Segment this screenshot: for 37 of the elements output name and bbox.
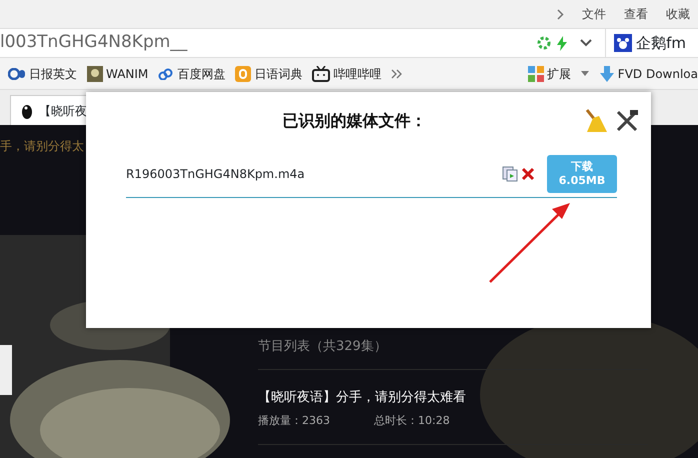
tools-icon[interactable] <box>615 109 639 133</box>
toolbar-button[interactable]: 扩展 <box>528 64 571 82</box>
search-engine-label[interactable]: 企鹅fm <box>636 32 686 54</box>
duration: 总时长：10:28 <box>374 413 450 429</box>
popup-title: 已识别的媒体文件： <box>282 110 428 132</box>
file-name: R196003TnGHG4N8Kpm.m4a <box>126 166 306 182</box>
address-field[interactable]: l003TnGHG4N8Kpm__ <box>0 30 538 56</box>
dropdown-icon[interactable] <box>579 38 594 48</box>
bookmark[interactable]: 日报英文 <box>8 64 77 82</box>
play-count: 播放量：2363 <box>258 413 330 429</box>
close-icon[interactable] <box>521 166 535 180</box>
double-chevron-icon[interactable] <box>391 68 402 78</box>
bird-icon <box>21 102 33 118</box>
copy-icon[interactable] <box>502 166 518 182</box>
thumbnail-icon <box>87 66 103 82</box>
menu-item[interactable]: 查看 <box>624 5 648 23</box>
extensions-icon <box>528 66 544 82</box>
paw-icon[interactable] <box>614 34 632 52</box>
tv-icon <box>312 66 330 82</box>
list-heading: 节目列表（共329集） <box>258 337 648 370</box>
download-arrow-icon <box>598 66 615 82</box>
bookmark[interactable]: WANIM <box>87 64 148 82</box>
dictionary-icon <box>235 66 252 82</box>
chevron-icon[interactable] <box>557 8 564 20</box>
cloud-icon <box>158 68 174 80</box>
refresh-icon[interactable] <box>537 36 552 50</box>
episode-title[interactable]: 【晓听夜语】分手，请别分得太难看 <box>258 388 648 407</box>
menu-item[interactable]: 文件 <box>582 5 606 23</box>
lightning-icon[interactable] <box>557 36 568 50</box>
bookmark[interactable]: 百度网盘 <box>158 64 226 82</box>
headline-text: 手，请别分得太 <box>0 138 85 155</box>
bookmark[interactable]: 日语词典 <box>235 64 302 82</box>
menu-item[interactable]: 收藏 <box>666 5 690 23</box>
toolbar-button[interactable]: FVD Downloa <box>598 64 698 82</box>
caret-icon[interactable] <box>580 71 589 76</box>
bookmark[interactable]: 哔哩哔哩 <box>312 64 382 82</box>
broom-icon[interactable] <box>583 108 609 134</box>
